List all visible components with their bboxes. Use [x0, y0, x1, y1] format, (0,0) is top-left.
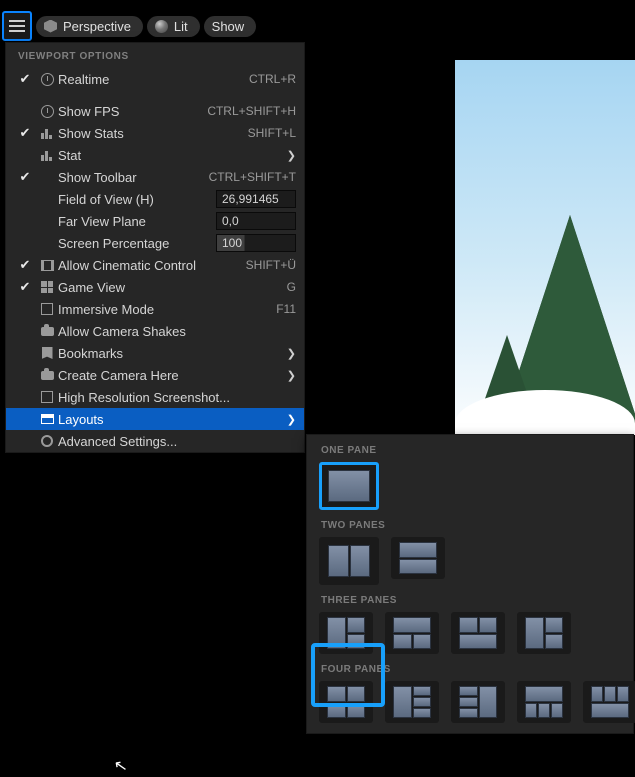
bars-icon [36, 127, 58, 139]
far-plane-input[interactable] [216, 212, 296, 230]
menu-immersive[interactable]: Immersive Mode F11 [6, 298, 304, 320]
sphere-icon [155, 20, 168, 33]
layout-four-a[interactable] [319, 681, 373, 723]
camera-icon [36, 371, 58, 380]
menu-show-fps[interactable]: Show FPS CTRL+SHIFT+H [6, 100, 304, 122]
layout-three-d[interactable] [517, 612, 571, 654]
menu-bookmarks[interactable]: Bookmarks ❯ [6, 342, 304, 364]
menu-fov[interactable]: Field of View (H) [6, 188, 304, 210]
viewport-scene [455, 60, 635, 435]
menu-far-plane[interactable]: Far View Plane [6, 210, 304, 232]
menu-stat[interactable]: Stat ❯ [6, 144, 304, 166]
layout-two-panes-h[interactable] [391, 537, 445, 579]
check-icon: ✔ [14, 71, 36, 87]
chevron-right-icon: ❯ [287, 347, 296, 360]
cube-icon [44, 20, 57, 33]
bookmark-icon [36, 347, 58, 359]
perspective-dropdown[interactable]: Perspective [36, 16, 143, 37]
layout-two-panes-v[interactable] [319, 537, 379, 585]
layout-four-c[interactable] [451, 681, 505, 723]
menu-advanced-settings[interactable]: Advanced Settings... [6, 430, 304, 452]
check-icon: ✔ [14, 125, 36, 141]
menu-show-stats[interactable]: ✔ Show Stats SHIFT+L [6, 122, 304, 144]
camera-icon [36, 327, 58, 336]
menu-create-camera[interactable]: Create Camera Here ❯ [6, 364, 304, 386]
gear-icon [36, 435, 58, 447]
menu-header: VIEWPORT OPTIONS [6, 43, 304, 68]
layouts-submenu: ONE PANE TWO PANES THREE PANES FOUR PANE… [306, 434, 634, 734]
layout-three-b[interactable] [385, 612, 439, 654]
clock-icon [36, 73, 58, 86]
menu-hires-screenshot[interactable]: High Resolution Screenshot... [6, 386, 304, 408]
menu-layouts[interactable]: Layouts ❯ [6, 408, 304, 430]
chevron-right-icon: ❯ [287, 413, 296, 426]
layout-three-c[interactable] [451, 612, 505, 654]
menu-realtime[interactable]: ✔ Realtime CTRL+R [6, 68, 304, 90]
grid-icon [36, 281, 58, 293]
layouts-four-panes-header: FOUR PANES [307, 654, 633, 681]
screenshot-icon [36, 391, 58, 403]
layout-icon [36, 414, 58, 424]
menu-camera-shakes[interactable]: Allow Camera Shakes [6, 320, 304, 342]
check-icon: ✔ [14, 257, 36, 273]
lit-label: Lit [174, 19, 188, 34]
hamburger-button[interactable] [2, 11, 32, 41]
viewport-options-menu: VIEWPORT OPTIONS ✔ Realtime CTRL+R Show … [5, 42, 305, 453]
layout-one-pane[interactable] [319, 462, 379, 510]
layout-three-a[interactable] [319, 612, 373, 654]
layouts-three-panes-header: THREE PANES [307, 585, 633, 612]
check-icon: ✔ [14, 279, 36, 295]
perspective-label: Perspective [63, 19, 131, 34]
menu-game-view[interactable]: ✔ Game View G [6, 276, 304, 298]
cursor-icon: ↖ [112, 755, 129, 777]
layout-four-d[interactable] [517, 681, 571, 723]
chevron-right-icon: ❯ [287, 369, 296, 382]
layouts-two-panes-header: TWO PANES [307, 510, 633, 537]
menu-cinematic[interactable]: ✔ Allow Cinematic Control SHIFT+Ü [6, 254, 304, 276]
clock-icon [36, 105, 58, 118]
layouts-one-pane-header: ONE PANE [307, 435, 633, 462]
menu-show-toolbar[interactable]: ✔ Show Toolbar CTRL+SHIFT+T [6, 166, 304, 188]
fov-input[interactable] [216, 190, 296, 208]
layout-four-e[interactable] [583, 681, 635, 723]
check-icon: ✔ [14, 169, 36, 185]
expand-icon [36, 303, 58, 315]
menu-screen-pct[interactable]: Screen Percentage [6, 232, 304, 254]
show-label: Show [212, 19, 245, 34]
lit-dropdown[interactable]: Lit [147, 16, 200, 37]
layout-four-b[interactable] [385, 681, 439, 723]
hamburger-icon [9, 20, 25, 32]
viewport-toolbar: Perspective Lit Show [0, 14, 635, 38]
film-icon [36, 260, 58, 271]
show-dropdown[interactable]: Show [204, 16, 257, 37]
screen-pct-input[interactable] [216, 234, 296, 252]
chevron-right-icon: ❯ [287, 149, 296, 162]
bars-icon [36, 149, 58, 161]
